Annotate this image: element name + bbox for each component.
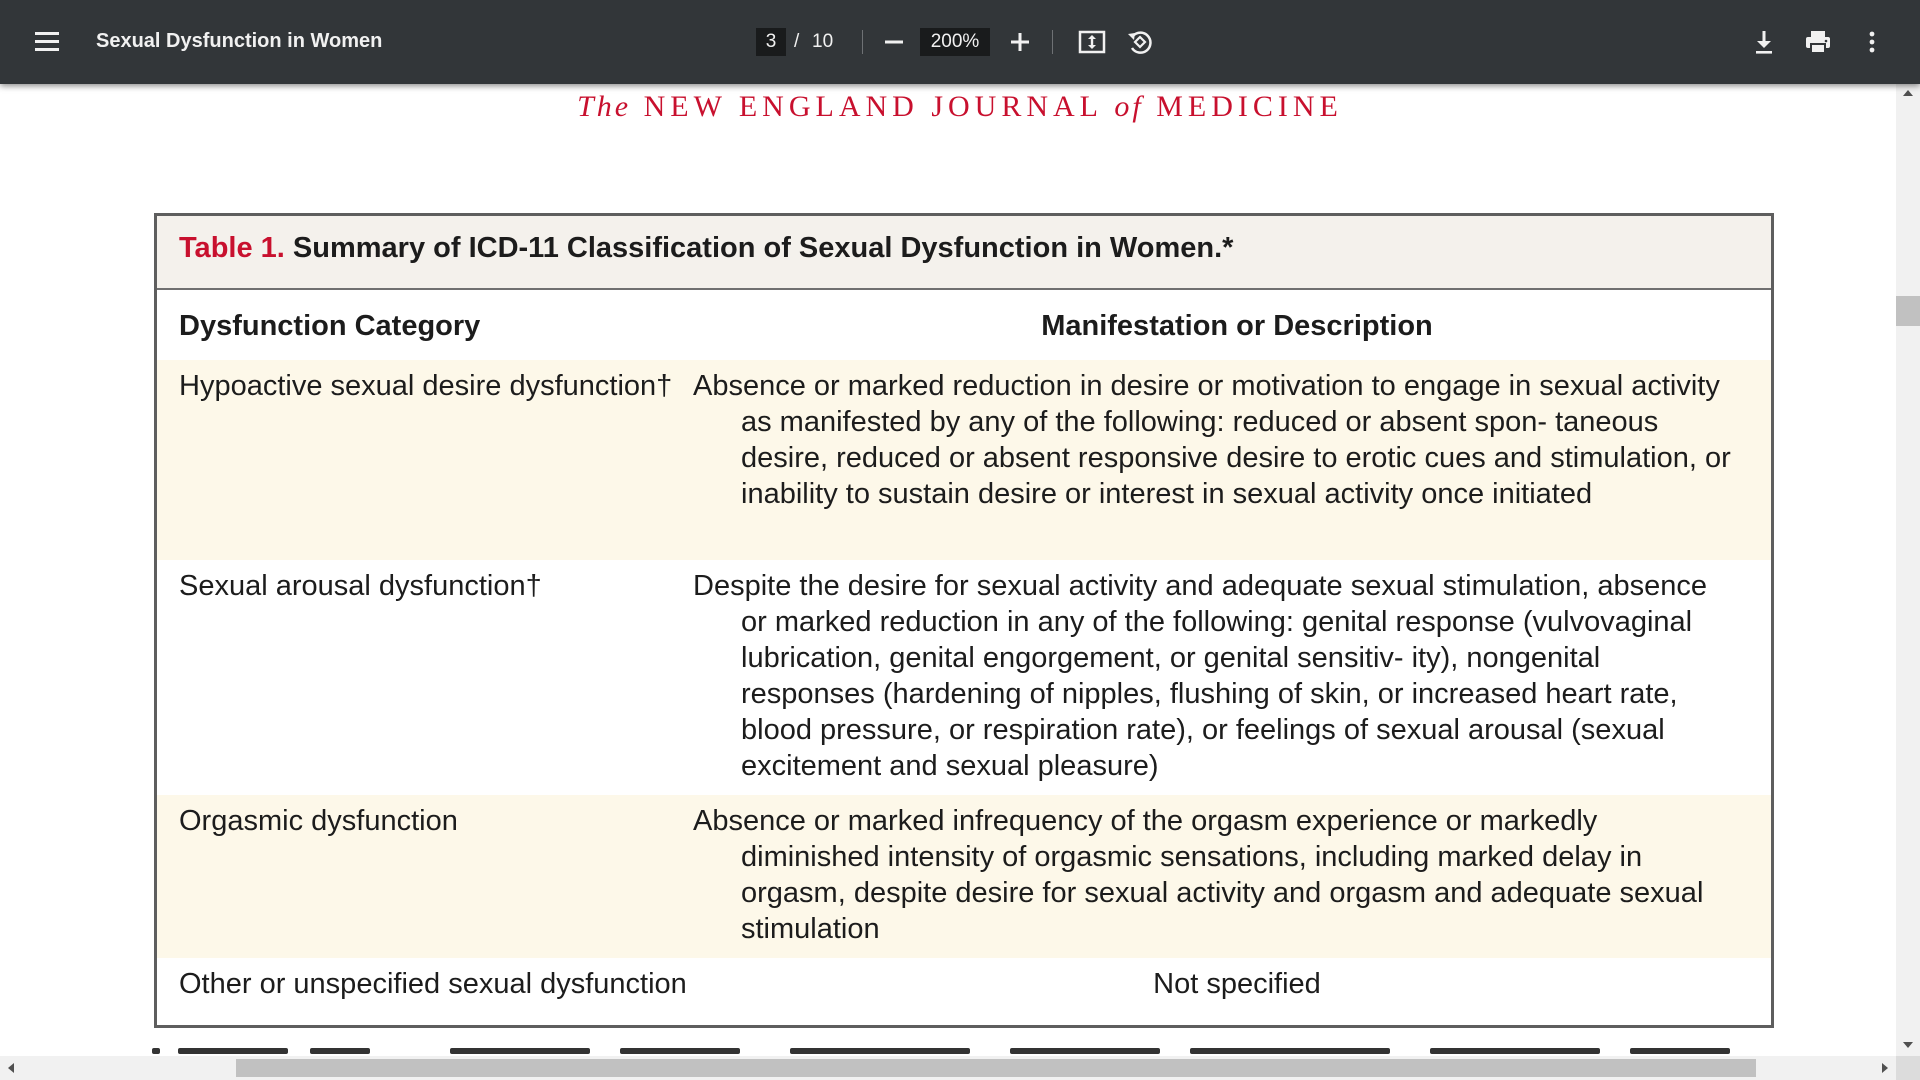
row-description: Despite the desire for sexual activity a… [693,570,1707,782]
horizontal-scrollbar-thumb[interactable] [236,1059,1756,1077]
rotate-icon[interactable] [1122,24,1158,60]
scrollbar-corner [1896,1056,1920,1080]
column-header-category: Dysfunction Category [179,310,481,342]
toolbar-divider [862,30,863,54]
column-header-description: Manifestation or Description [1041,310,1433,342]
scroll-right-arrow-icon[interactable] [1882,1063,1888,1073]
vertical-scrollbar-thumb[interactable] [1896,296,1920,326]
row-description: Absence or marked infrequency of the org… [693,805,1704,945]
page-separator: / [794,31,800,52]
table-row: Orgasmic dysfunction Absence or marked i… [157,795,1771,958]
row-description: Not specified [1153,968,1321,1000]
table-row: Hypoactive sexual desire dysfunction† Ab… [157,360,1771,560]
fit-page-icon[interactable] [1074,24,1110,60]
zoom-out-icon[interactable] [876,24,912,60]
row-category: Orgasmic dysfunction [179,805,458,837]
scroll-down-arrow-icon[interactable] [1903,1042,1913,1048]
journal-header-medicine: MEDICINE [1156,90,1343,123]
menu-icon[interactable] [30,26,64,58]
toolbar-divider [1052,30,1053,54]
table-column-headers: Dysfunction Category Manifestation or De… [157,290,1771,360]
vertical-scrollbar[interactable] [1896,84,1920,1056]
page-number-input[interactable]: 3 [756,28,786,56]
table-title: Summary of ICD-11 Classification of Sexu… [292,232,1234,264]
journal-header-name: NEW ENGLAND JOURNAL [643,90,1102,123]
cut-off-footnote-text [150,1048,1750,1056]
row-category: Other or unspecified sexual dysfunction [179,968,687,1000]
row-category: Hypoactive sexual desire dysfunction† [179,370,673,402]
journal-header-the: The [577,90,632,123]
table: Table 1. Summary of ICD-11 Classificatio… [154,213,1774,1028]
table-caption: Table 1. Summary of ICD-11 Classificatio… [157,216,1771,290]
zoom-in-icon[interactable] [1002,24,1038,60]
page-total: 10 [812,31,834,52]
row-category: Sexual arousal dysfunction† [179,570,542,602]
journal-header: The NEW ENGLAND JOURNAL of MEDICINE [0,90,1896,124]
more-options-icon[interactable] [1854,24,1890,60]
table-row: Other or unspecified sexual dysfunction … [157,958,1771,1025]
row-description: Absence or marked reduction in desire or… [693,370,1731,510]
scroll-up-arrow-icon[interactable] [1903,90,1913,96]
download-icon[interactable] [1746,24,1782,60]
table-label: Table 1. [179,232,285,264]
document-title: Sexual Dysfunction in Women [96,30,383,52]
pdf-viewer-toolbar: Sexual Dysfunction in Women 3 / 10 200% [0,0,1920,84]
journal-header-of: of [1114,90,1144,123]
scroll-left-arrow-icon[interactable] [8,1063,14,1073]
table-row: Sexual arousal dysfunction† Despite the … [157,560,1771,795]
print-icon[interactable] [1800,24,1836,60]
zoom-level-input[interactable]: 200% [920,28,990,56]
pdf-page: The NEW ENGLAND JOURNAL of MEDICINE Tabl… [0,84,1896,1056]
